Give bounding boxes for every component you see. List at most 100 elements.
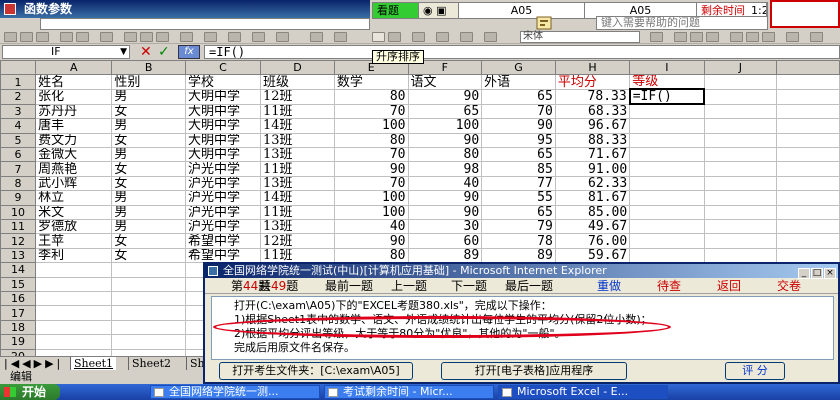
format-painter-icon[interactable] xyxy=(180,32,193,42)
cell[interactable]: 12班 xyxy=(260,88,335,105)
tab-scroll-arrows-icon[interactable]: |◀◀▶▶| xyxy=(4,357,63,370)
function-toolbar-icon[interactable] xyxy=(334,32,347,42)
prev-question-button[interactable]: 上一题 xyxy=(379,277,439,294)
row-header[interactable]: 20 xyxy=(0,348,37,356)
cell[interactable]: 90 xyxy=(407,190,483,206)
italic-icon[interactable] xyxy=(690,32,703,42)
web-icon[interactable] xyxy=(276,32,289,42)
cell[interactable]: 14班 xyxy=(260,118,335,134)
cell[interactable]: 唐丰 xyxy=(35,118,113,134)
cell[interactable]: 80 xyxy=(333,88,409,105)
cell[interactable]: 等级 xyxy=(629,74,705,90)
open-folder-button[interactable]: 打开考生文件夹：[C:\exam\A05] xyxy=(219,362,413,380)
cell[interactable]: 90 xyxy=(481,118,556,134)
active-cell[interactable]: =IF() xyxy=(628,88,706,106)
cell[interactable] xyxy=(703,74,778,90)
cell[interactable] xyxy=(703,161,778,177)
row-header[interactable]: 12 xyxy=(0,233,37,249)
cell[interactable]: 77 xyxy=(481,175,556,192)
cell[interactable]: 78 xyxy=(481,233,556,249)
cell[interactable]: 14班 xyxy=(260,190,335,206)
hyperlink-icon[interactable] xyxy=(252,32,265,42)
function-args-input[interactable] xyxy=(40,18,370,30)
cell[interactable]: 大明中学 xyxy=(184,88,262,105)
cell[interactable]: 语文 xyxy=(407,74,483,90)
cell[interactable]: 学校 xyxy=(184,74,262,90)
cut-icon[interactable] xyxy=(124,32,137,42)
drawing-icon[interactable] xyxy=(436,32,449,42)
cell[interactable]: 男 xyxy=(111,147,186,163)
cell[interactable] xyxy=(111,348,186,356)
cell[interactable]: 100 xyxy=(333,118,409,134)
cell[interactable]: 女 xyxy=(111,247,186,264)
row-header[interactable]: 19 xyxy=(0,334,37,350)
cell[interactable]: 张化 xyxy=(35,88,113,105)
cell[interactable] xyxy=(776,161,840,177)
maximize-icon[interactable]: □ xyxy=(811,268,823,279)
cell[interactable]: 71.67 xyxy=(554,147,631,163)
redo-icon[interactable] xyxy=(228,32,241,42)
row-header[interactable]: 15 xyxy=(0,276,37,292)
cell[interactable] xyxy=(776,88,840,105)
cell[interactable]: 沪光中学 xyxy=(184,175,262,192)
cell[interactable]: 王苹 xyxy=(35,233,113,249)
select-all-corner[interactable] xyxy=(0,60,37,76)
align-right-icon[interactable] xyxy=(762,32,775,42)
cell[interactable]: 女 xyxy=(111,233,186,249)
cell[interactable] xyxy=(703,219,778,235)
sort-ascending-icon[interactable] xyxy=(372,32,385,42)
cell[interactable]: 数学 xyxy=(333,74,409,90)
cancel-icon[interactable]: ✕ xyxy=(140,44,152,60)
row-header[interactable]: 10 xyxy=(0,204,37,221)
cell[interactable]: 性别 xyxy=(111,74,186,90)
redo-button[interactable]: 重做 xyxy=(579,277,639,294)
cell[interactable] xyxy=(629,204,705,221)
cell[interactable] xyxy=(703,247,778,264)
undo-icon[interactable] xyxy=(204,32,217,42)
back-button[interactable]: 返回 xyxy=(699,277,759,294)
cell[interactable]: 12班 xyxy=(260,233,335,249)
row-header[interactable]: 5 xyxy=(0,132,37,149)
align-center-icon[interactable] xyxy=(746,32,759,42)
cell[interactable]: 80 xyxy=(333,132,409,149)
cell[interactable] xyxy=(111,305,186,321)
cell[interactable]: 苏丹丹 xyxy=(35,103,113,120)
copy-icon[interactable] xyxy=(140,32,153,42)
cell[interactable] xyxy=(35,348,113,356)
cell[interactable] xyxy=(111,262,186,278)
cell[interactable] xyxy=(776,190,840,206)
cell[interactable]: 88.33 xyxy=(554,132,631,149)
column-header[interactable]: G xyxy=(481,60,556,76)
cell[interactable] xyxy=(703,233,778,249)
cell[interactable] xyxy=(703,103,778,120)
cell[interactable] xyxy=(111,290,186,307)
exam-tool-icons[interactable]: ◉ ▣ xyxy=(419,3,459,18)
row-header[interactable]: 3 xyxy=(0,103,37,120)
cell[interactable]: 林立 xyxy=(35,190,113,206)
cell[interactable]: 49.67 xyxy=(554,219,631,235)
cell[interactable]: 90 xyxy=(333,161,409,177)
cell[interactable]: 女 xyxy=(111,103,186,120)
cell[interactable]: 70 xyxy=(333,103,409,120)
cell[interactable] xyxy=(35,290,113,307)
cell[interactable]: 男 xyxy=(111,219,186,235)
column-header[interactable]: J xyxy=(703,60,778,76)
cell[interactable]: 女 xyxy=(111,175,186,192)
currency-icon[interactable] xyxy=(810,32,823,42)
autosum-icon[interactable] xyxy=(310,32,323,42)
cell[interactable]: 大明中学 xyxy=(184,147,262,163)
cell[interactable] xyxy=(35,334,113,350)
spell-icon[interactable] xyxy=(100,32,113,42)
column-header[interactable]: I xyxy=(629,60,705,76)
cell[interactable] xyxy=(703,204,778,221)
row-header[interactable]: 18 xyxy=(0,319,37,336)
cell[interactable] xyxy=(703,132,778,149)
next-question-button[interactable]: 下一题 xyxy=(439,277,499,294)
cell[interactable]: 11班 xyxy=(260,103,335,120)
cell[interactable]: 希望中学 xyxy=(184,247,262,264)
cell[interactable]: 大明中学 xyxy=(184,103,262,120)
cell[interactable]: 76.00 xyxy=(554,233,631,249)
cell[interactable]: 男 xyxy=(111,190,186,206)
insert-function-icon[interactable]: fx xyxy=(178,45,200,59)
cell[interactable]: 65 xyxy=(481,88,556,105)
